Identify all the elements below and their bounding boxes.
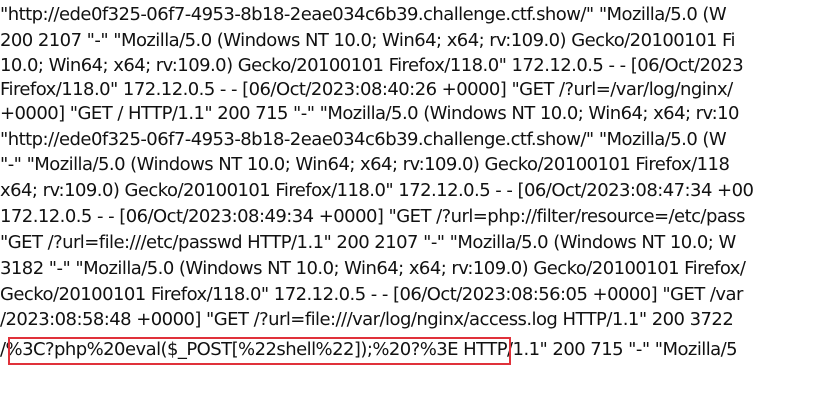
log-line: "GET /?url=file:///etc/passwd HTTP/1.1" … (0, 232, 736, 253)
log-line: 3182 "-" "Mozilla/5.0 (Windows NT 10.0; … (0, 258, 746, 279)
log-line: Firefox/118.0" 172.12.0.5 - - [06/Oct/20… (0, 79, 733, 100)
log-line: "http://ede0f325-06f7-4953-8b18-2eae034c… (0, 129, 727, 150)
log-line: "-" "Mozilla/5.0 (Windows NT 10.0; Win64… (0, 154, 730, 175)
log-line: Gecko/20100101 Firefox/118.0" 172.12.0.5… (0, 284, 743, 305)
payload-highlight-box (8, 337, 511, 365)
log-line: +0000] "GET / HTTP/1.1" 200 715 "-" "Moz… (0, 103, 740, 124)
log-line: "http://ede0f325-06f7-4953-8b18-2eae034c… (0, 4, 727, 25)
log-line: x64; rv:109.0) Gecko/20100101 Firefox/11… (0, 180, 754, 201)
log-line: /2023:08:58:48 +0000] "GET /?url=file://… (0, 309, 734, 330)
log-output: "http://ede0f325-06f7-4953-8b18-2eae034c… (0, 0, 818, 417)
log-line: 172.12.0.5 - - [06/Oct/2023:08:49:34 +00… (0, 206, 746, 227)
log-line: 200 2107 "-" "Mozilla/5.0 (Windows NT 10… (0, 30, 736, 51)
log-line: 10.0; Win64; x64; rv:109.0) Gecko/201001… (0, 55, 744, 76)
